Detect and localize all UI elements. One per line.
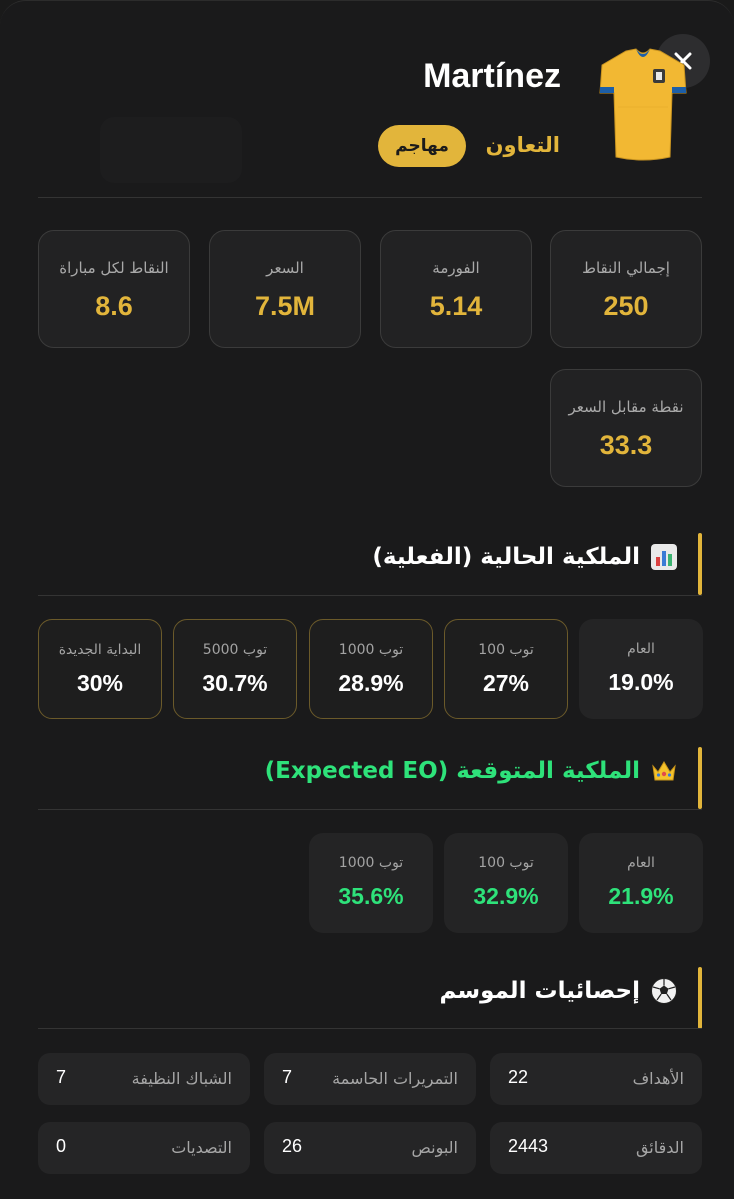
ownership-label: العام xyxy=(627,641,655,657)
section-accent-bar xyxy=(698,967,702,1029)
season-stat-label: التمريرات الحاسمة xyxy=(332,1069,458,1088)
season-stat-label: الدقائق xyxy=(635,1138,684,1157)
crown-icon xyxy=(652,761,676,781)
season-stat-label: الشباك النظيفة xyxy=(131,1069,232,1088)
ownership-value: 19.0% xyxy=(608,669,674,695)
ownership-label: توب 1000 xyxy=(338,642,404,658)
season-stat-label: التصديات xyxy=(171,1138,232,1157)
player-detail-panel: Martínez التعاون مهاجم إجمالي النقاط 250… xyxy=(0,0,734,1199)
section-title-season-stats: إحصائيات الموسم xyxy=(439,977,678,1005)
ownership-value: 30.7% xyxy=(202,670,268,696)
ownership-value: 30% xyxy=(76,670,124,696)
section-accent-bar xyxy=(698,533,702,595)
stat-card-total-points: إجمالي النقاط 250 xyxy=(550,230,702,348)
placeholder-box xyxy=(100,117,242,183)
stat-value: 250 xyxy=(603,291,649,321)
expected-card-top-100: توب 100 32.9% xyxy=(444,833,568,933)
soccer-ball-icon xyxy=(651,978,677,1004)
stat-label: إجمالي النقاط xyxy=(582,259,670,277)
season-stat-bonus: البونص 26 xyxy=(264,1122,476,1174)
position-badge: مهاجم xyxy=(378,125,466,167)
ownership-label: توب 1000 xyxy=(338,855,404,871)
stat-value: 5.14 xyxy=(429,291,483,321)
ownership-value: 32.9% xyxy=(473,883,539,909)
season-stat-value: 0 xyxy=(56,1136,67,1156)
stat-card-price: السعر 7.5M xyxy=(209,230,361,348)
ownership-card-top-1000: توب 1000 28.9% xyxy=(309,619,433,719)
divider xyxy=(38,595,702,596)
stat-label: السعر xyxy=(266,259,304,277)
ownership-label: توب 100 xyxy=(478,855,534,871)
season-stat-value: 2443 xyxy=(508,1136,549,1156)
divider xyxy=(38,197,702,198)
stat-card-form: الفورمة 5.14 xyxy=(380,230,532,348)
season-stat-goals: الأهداف 22 xyxy=(490,1053,702,1105)
season-stat-label: البونص xyxy=(411,1138,458,1157)
expected-card-overall: العام 21.9% xyxy=(579,833,703,933)
ownership-label: البداية الجديدة xyxy=(58,642,142,658)
player-name: Martínez xyxy=(423,57,561,95)
season-stat-assists: التمريرات الحاسمة 7 xyxy=(264,1053,476,1105)
section-title-current-ownership: الملكية الحالية (الفعلية) xyxy=(372,543,678,571)
ownership-value: 21.9% xyxy=(608,883,674,909)
season-stat-value: 7 xyxy=(56,1067,67,1087)
section-title-text: الملكية المتوقعة (Expected EO) xyxy=(264,758,640,784)
ownership-label: توب 5000 xyxy=(202,642,268,658)
stat-card-points-per-price: نقطة مقابل السعر 33.3 xyxy=(550,369,702,487)
ownership-card-overall: العام 19.0% xyxy=(579,619,703,719)
season-stat-value: 26 xyxy=(282,1136,303,1156)
section-title-text: إحصائيات الموسم xyxy=(439,978,640,1004)
season-stat-saves: التصديات 0 xyxy=(38,1122,250,1174)
divider xyxy=(38,809,702,810)
stat-value: 8.6 xyxy=(95,291,133,321)
ownership-card-new-start: البداية الجديدة 30% xyxy=(38,619,162,719)
season-stat-label: الأهداف xyxy=(632,1069,684,1088)
ownership-label: توب 100 xyxy=(478,642,534,658)
stat-value: 7.5M xyxy=(254,291,316,321)
expected-card-top-1000: توب 1000 35.6% xyxy=(309,833,433,933)
stat-label: نقطة مقابل السعر xyxy=(568,398,684,416)
ownership-label: العام xyxy=(627,855,655,871)
season-stat-minutes: الدقائق 2443 xyxy=(490,1122,702,1174)
section-title-text: الملكية الحالية (الفعلية) xyxy=(372,544,640,570)
ownership-card-top-100: توب 100 27% xyxy=(444,619,568,719)
ownership-value: 28.9% xyxy=(338,670,404,696)
season-stat-value: 22 xyxy=(508,1067,529,1087)
bar-chart-icon xyxy=(651,544,677,570)
divider xyxy=(38,1028,702,1029)
stat-label: الفورمة xyxy=(432,259,480,277)
team-jersey-icon xyxy=(599,48,687,161)
section-title-expected-ownership: الملكية المتوقعة (Expected EO) xyxy=(265,757,678,785)
stat-value: 33.3 xyxy=(599,430,653,460)
ownership-value: 35.6% xyxy=(338,883,404,909)
ownership-value: 27% xyxy=(482,670,530,696)
stat-card-points-per-match: النقاط لكل مباراة 8.6 xyxy=(38,230,190,348)
team-name: التعاون xyxy=(485,133,560,157)
ownership-card-top-5000: توب 5000 30.7% xyxy=(173,619,297,719)
season-stat-value: 7 xyxy=(282,1067,293,1087)
season-stat-clean-sheets: الشباك النظيفة 7 xyxy=(38,1053,250,1105)
stat-label: النقاط لكل مباراة xyxy=(59,259,169,277)
section-accent-bar xyxy=(698,747,702,809)
